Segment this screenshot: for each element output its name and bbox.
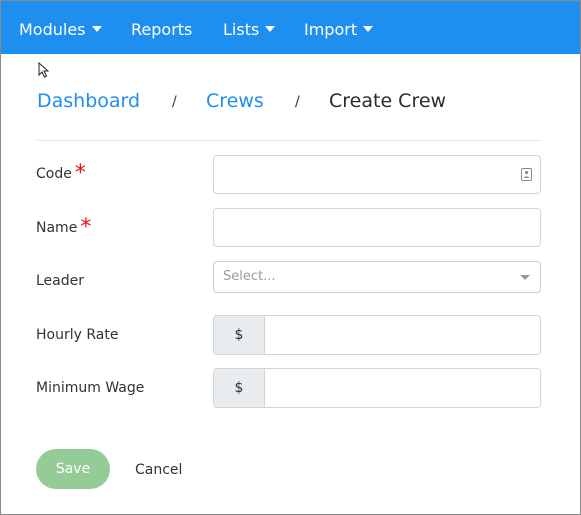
required-marker: *: [80, 215, 92, 240]
nav-modules-label: Modules: [19, 19, 86, 39]
caret-down-icon: [363, 26, 374, 32]
breadcrumb: Dashboard / Crews / Create Crew: [37, 88, 557, 116]
caret-down-icon: [91, 26, 102, 32]
required-marker: *: [74, 161, 86, 186]
nav-reports-link[interactable]: Reports: [131, 18, 192, 40]
hourly-rate-input[interactable]: [265, 316, 540, 354]
breadcrumb-crews-link[interactable]: Crews: [206, 88, 264, 114]
mouse-pointer-icon: [38, 62, 49, 78]
nav-reports-label: Reports: [131, 19, 193, 39]
nav-modules-menu[interactable]: Modules: [19, 18, 102, 40]
cancel-button[interactable]: Cancel: [135, 460, 182, 480]
hourly-rate-group: $: [213, 315, 541, 355]
nav-lists-label: Lists: [223, 19, 260, 39]
breadcrumb-separator: /: [295, 94, 300, 110]
name-label-text: Name: [36, 220, 78, 236]
breadcrumb-dashboard-link[interactable]: Dashboard: [37, 88, 140, 114]
name-input[interactable]: [213, 208, 541, 247]
code-input[interactable]: [213, 155, 541, 194]
leader-label: Leader: [36, 273, 85, 289]
leader-select-placeholder: Select...: [223, 269, 276, 284]
code-label-text: Code: [36, 166, 72, 182]
breadcrumb-separator: /: [172, 94, 177, 110]
page-title: Create Crew: [329, 90, 447, 112]
currency-addon: $: [214, 316, 265, 354]
save-button[interactable]: Save: [36, 449, 110, 489]
currency-addon: $: [214, 369, 265, 407]
minimum-wage-input[interactable]: [265, 369, 540, 407]
caret-down-icon: [265, 26, 276, 32]
window-frame: [0, 0, 581, 515]
nav-import-label: Import: [304, 19, 358, 39]
caret-down-icon: [520, 275, 530, 280]
nav-import-menu[interactable]: Import: [304, 18, 374, 40]
hourly-rate-label: Hourly Rate: [36, 327, 119, 343]
code-label: Code *: [36, 163, 86, 185]
minimum-wage-group: $: [213, 368, 541, 408]
nav-lists-menu[interactable]: Lists: [223, 18, 276, 40]
contact-card-icon: [521, 168, 532, 181]
header-divider: [37, 140, 541, 141]
minimum-wage-label: Minimum Wage: [36, 380, 145, 396]
name-label: Name *: [36, 217, 91, 239]
top-navbar: Modules Reports Lists Import: [1, 1, 580, 54]
leader-select[interactable]: Select...: [213, 261, 541, 293]
